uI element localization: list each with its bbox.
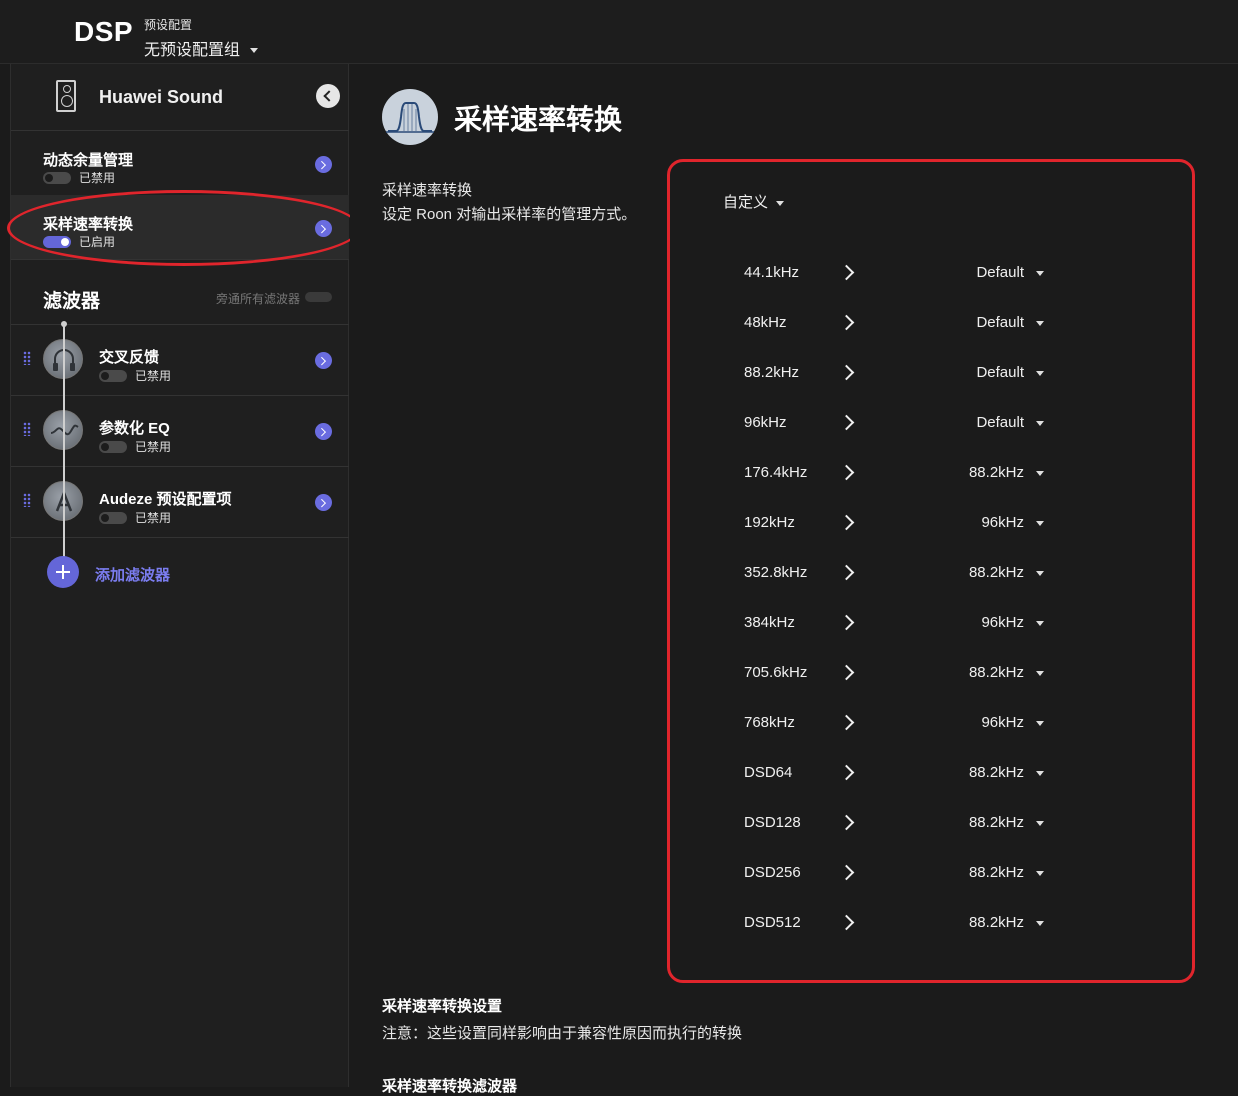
bypass-all-toggle[interactable] xyxy=(305,292,332,302)
chevron-right-icon[interactable] xyxy=(315,156,332,173)
filter-status: 已禁用 xyxy=(135,440,172,454)
sample-rate-icon xyxy=(382,89,438,145)
drag-handle-icon[interactable] xyxy=(23,422,31,436)
filter-section-title: 采样速率转换滤波器 xyxy=(382,1078,518,1095)
chevron-down-icon xyxy=(250,48,259,54)
add-filter-button[interactable] xyxy=(47,556,79,588)
preset-value: 无预设配置组 xyxy=(144,42,241,59)
preset-label: 预设配置 xyxy=(144,18,193,32)
description-text: 设定 Roon 对输出采样率的管理方式。 xyxy=(382,206,637,223)
chevron-right-icon[interactable] xyxy=(315,352,332,369)
top-bar: DSP 预设配置 无预设配置组 xyxy=(0,0,1238,64)
filter-item-crossfeed[interactable]: 交叉反馈 已禁用 xyxy=(11,325,349,396)
filter-item-parametric-eq[interactable]: 参数化 EQ 已禁用 xyxy=(11,396,349,467)
page-title: 采样速率转换 xyxy=(454,104,623,135)
filter-chain-line xyxy=(63,324,65,572)
headroom-toggle[interactable] xyxy=(43,172,71,184)
device-name: Huawei Sound xyxy=(99,87,224,107)
filter-title: Audeze 预设配置项 xyxy=(99,491,232,508)
highlight-box-annotation xyxy=(667,159,1195,983)
add-filter-label[interactable]: 添加滤波器 xyxy=(95,564,170,585)
settings-note: 注意：这些设置同样影响由于兼容性原因而执行的转换 xyxy=(382,1025,743,1042)
chevron-right-icon[interactable] xyxy=(315,494,332,511)
device-header: Huawei Sound xyxy=(11,64,349,130)
filter-status: 已禁用 xyxy=(135,369,172,383)
collapse-sidebar-button[interactable] xyxy=(316,84,340,108)
drag-handle-icon[interactable] xyxy=(23,351,31,365)
filter-toggle[interactable] xyxy=(99,370,127,382)
filter-title: 交叉反馈 xyxy=(99,349,160,366)
filter-item-audeze[interactable]: Audeze 预设配置项 已禁用 xyxy=(11,467,349,538)
filter-status: 已禁用 xyxy=(135,511,172,525)
filter-toggle[interactable] xyxy=(99,512,127,524)
dsp-title: DSP xyxy=(74,16,134,47)
drag-handle-icon[interactable] xyxy=(23,493,31,507)
divider xyxy=(11,537,349,538)
filter-toggle[interactable] xyxy=(99,441,127,453)
filters-heading: 滤波器 xyxy=(43,291,101,312)
filter-title: 参数化 EQ xyxy=(99,420,170,437)
speaker-icon xyxy=(56,80,76,112)
description-title: 采样速率转换 xyxy=(382,182,473,199)
sidebar-item-headroom[interactable]: 动态余量管理 已禁用 xyxy=(11,131,349,195)
filter-chain-dot xyxy=(60,321,67,327)
settings-title: 采样速率转换设置 xyxy=(382,998,503,1015)
preset-dropdown[interactable]: 无预设配置组 xyxy=(144,36,259,60)
chevron-right-icon[interactable] xyxy=(315,423,332,440)
bypass-all-label: 旁通所有滤波器 xyxy=(216,292,301,306)
main-panel: 采样速率转换 采样速率转换 设定 Roon 对输出采样率的管理方式。 自定义 4… xyxy=(350,64,1238,1095)
highlight-ellipse-annotation xyxy=(7,190,361,266)
sidebar-item-status: 已禁用 xyxy=(79,171,116,185)
sidebar-item-title: 动态余量管理 xyxy=(43,152,134,169)
